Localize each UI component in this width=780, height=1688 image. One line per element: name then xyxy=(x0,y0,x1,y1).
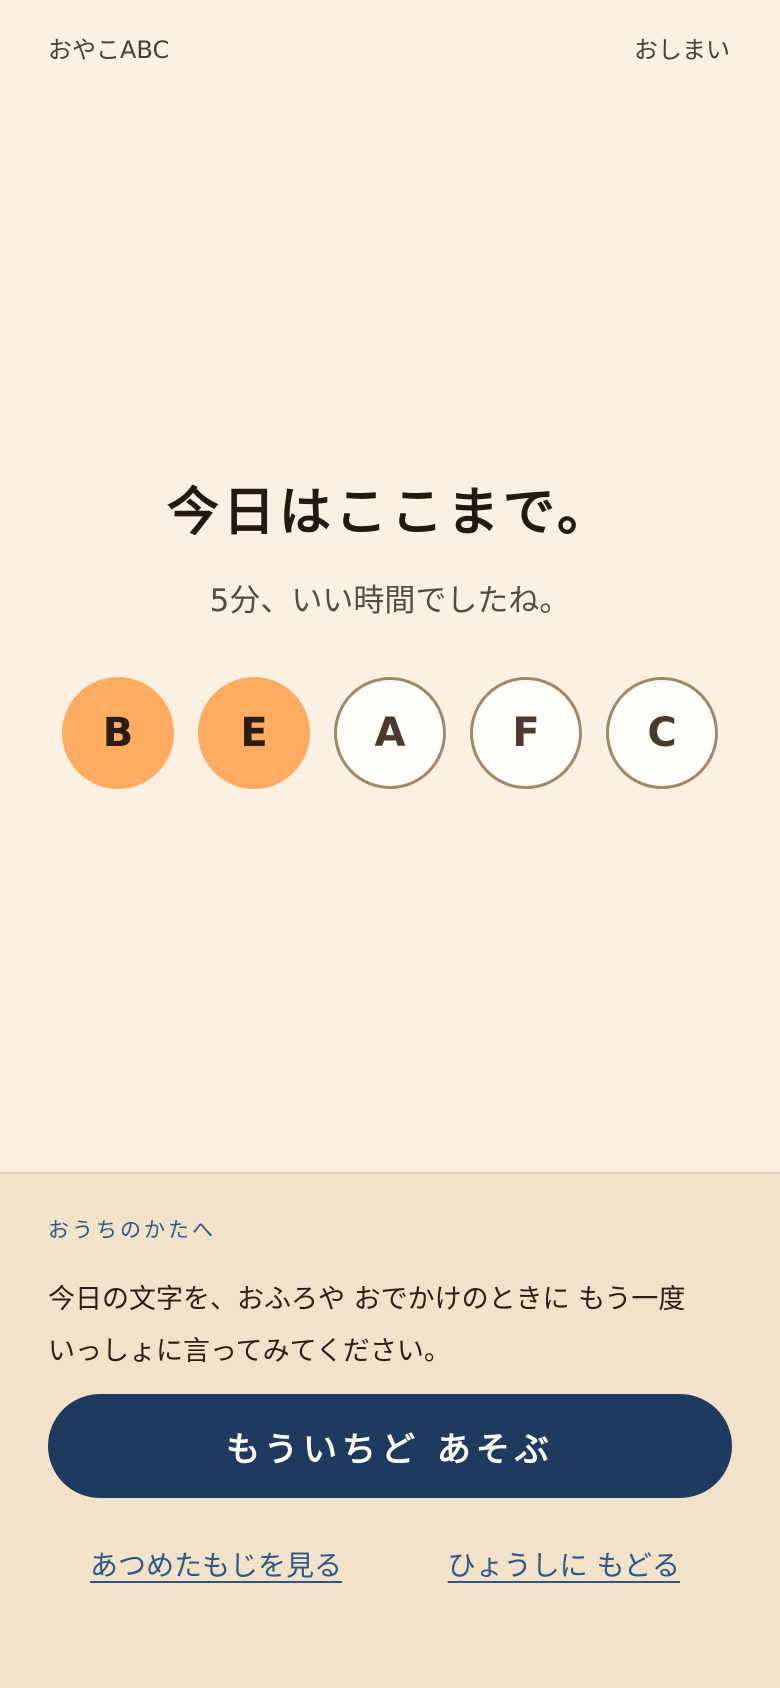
parent-message-line-2: いっしょに言ってみてください。 xyxy=(48,1336,451,1367)
parent-panel-label: おうちのかたへ xyxy=(48,1218,216,1242)
back-to-cover-link[interactable]: ひょうしに もどる xyxy=(448,1544,680,1584)
end-button[interactable]: おしまい xyxy=(634,30,730,65)
parent-message-line-1: 今日の文字を、おふろや おでかけのときに もう一度 xyxy=(48,1284,686,1315)
letter-row: B E A F C xyxy=(62,677,718,789)
top-bar: おやこABC おしまい xyxy=(0,0,780,96)
letter-badge-f: F xyxy=(470,677,582,789)
page-title: 今日はここまで。 xyxy=(167,483,613,543)
parent-panel: おうちのかたへ 今日の文字を、おふろや おでかけのときに もう一度 いっしょに言… xyxy=(0,1172,780,1688)
letter-badge-c: C xyxy=(606,677,718,789)
letter-badge-a: A xyxy=(334,677,446,789)
parent-panel-message: 今日の文字を、おふろや おでかけのときに もう一度 いっしょに言ってみてください… xyxy=(48,1274,738,1378)
secondary-links: あつめたもじを見る ひょうしに もどる xyxy=(0,1544,780,1594)
view-collected-letters-link[interactable]: あつめたもじを見る xyxy=(90,1544,342,1584)
play-again-button[interactable]: もういちど あそぶ xyxy=(48,1394,732,1498)
app-brand: おやこABC xyxy=(48,36,170,64)
letter-badge-e: E xyxy=(198,677,310,789)
session-summary: 5分、いい時間でしたね。 xyxy=(209,583,571,619)
letter-badge-b: B xyxy=(62,677,174,789)
